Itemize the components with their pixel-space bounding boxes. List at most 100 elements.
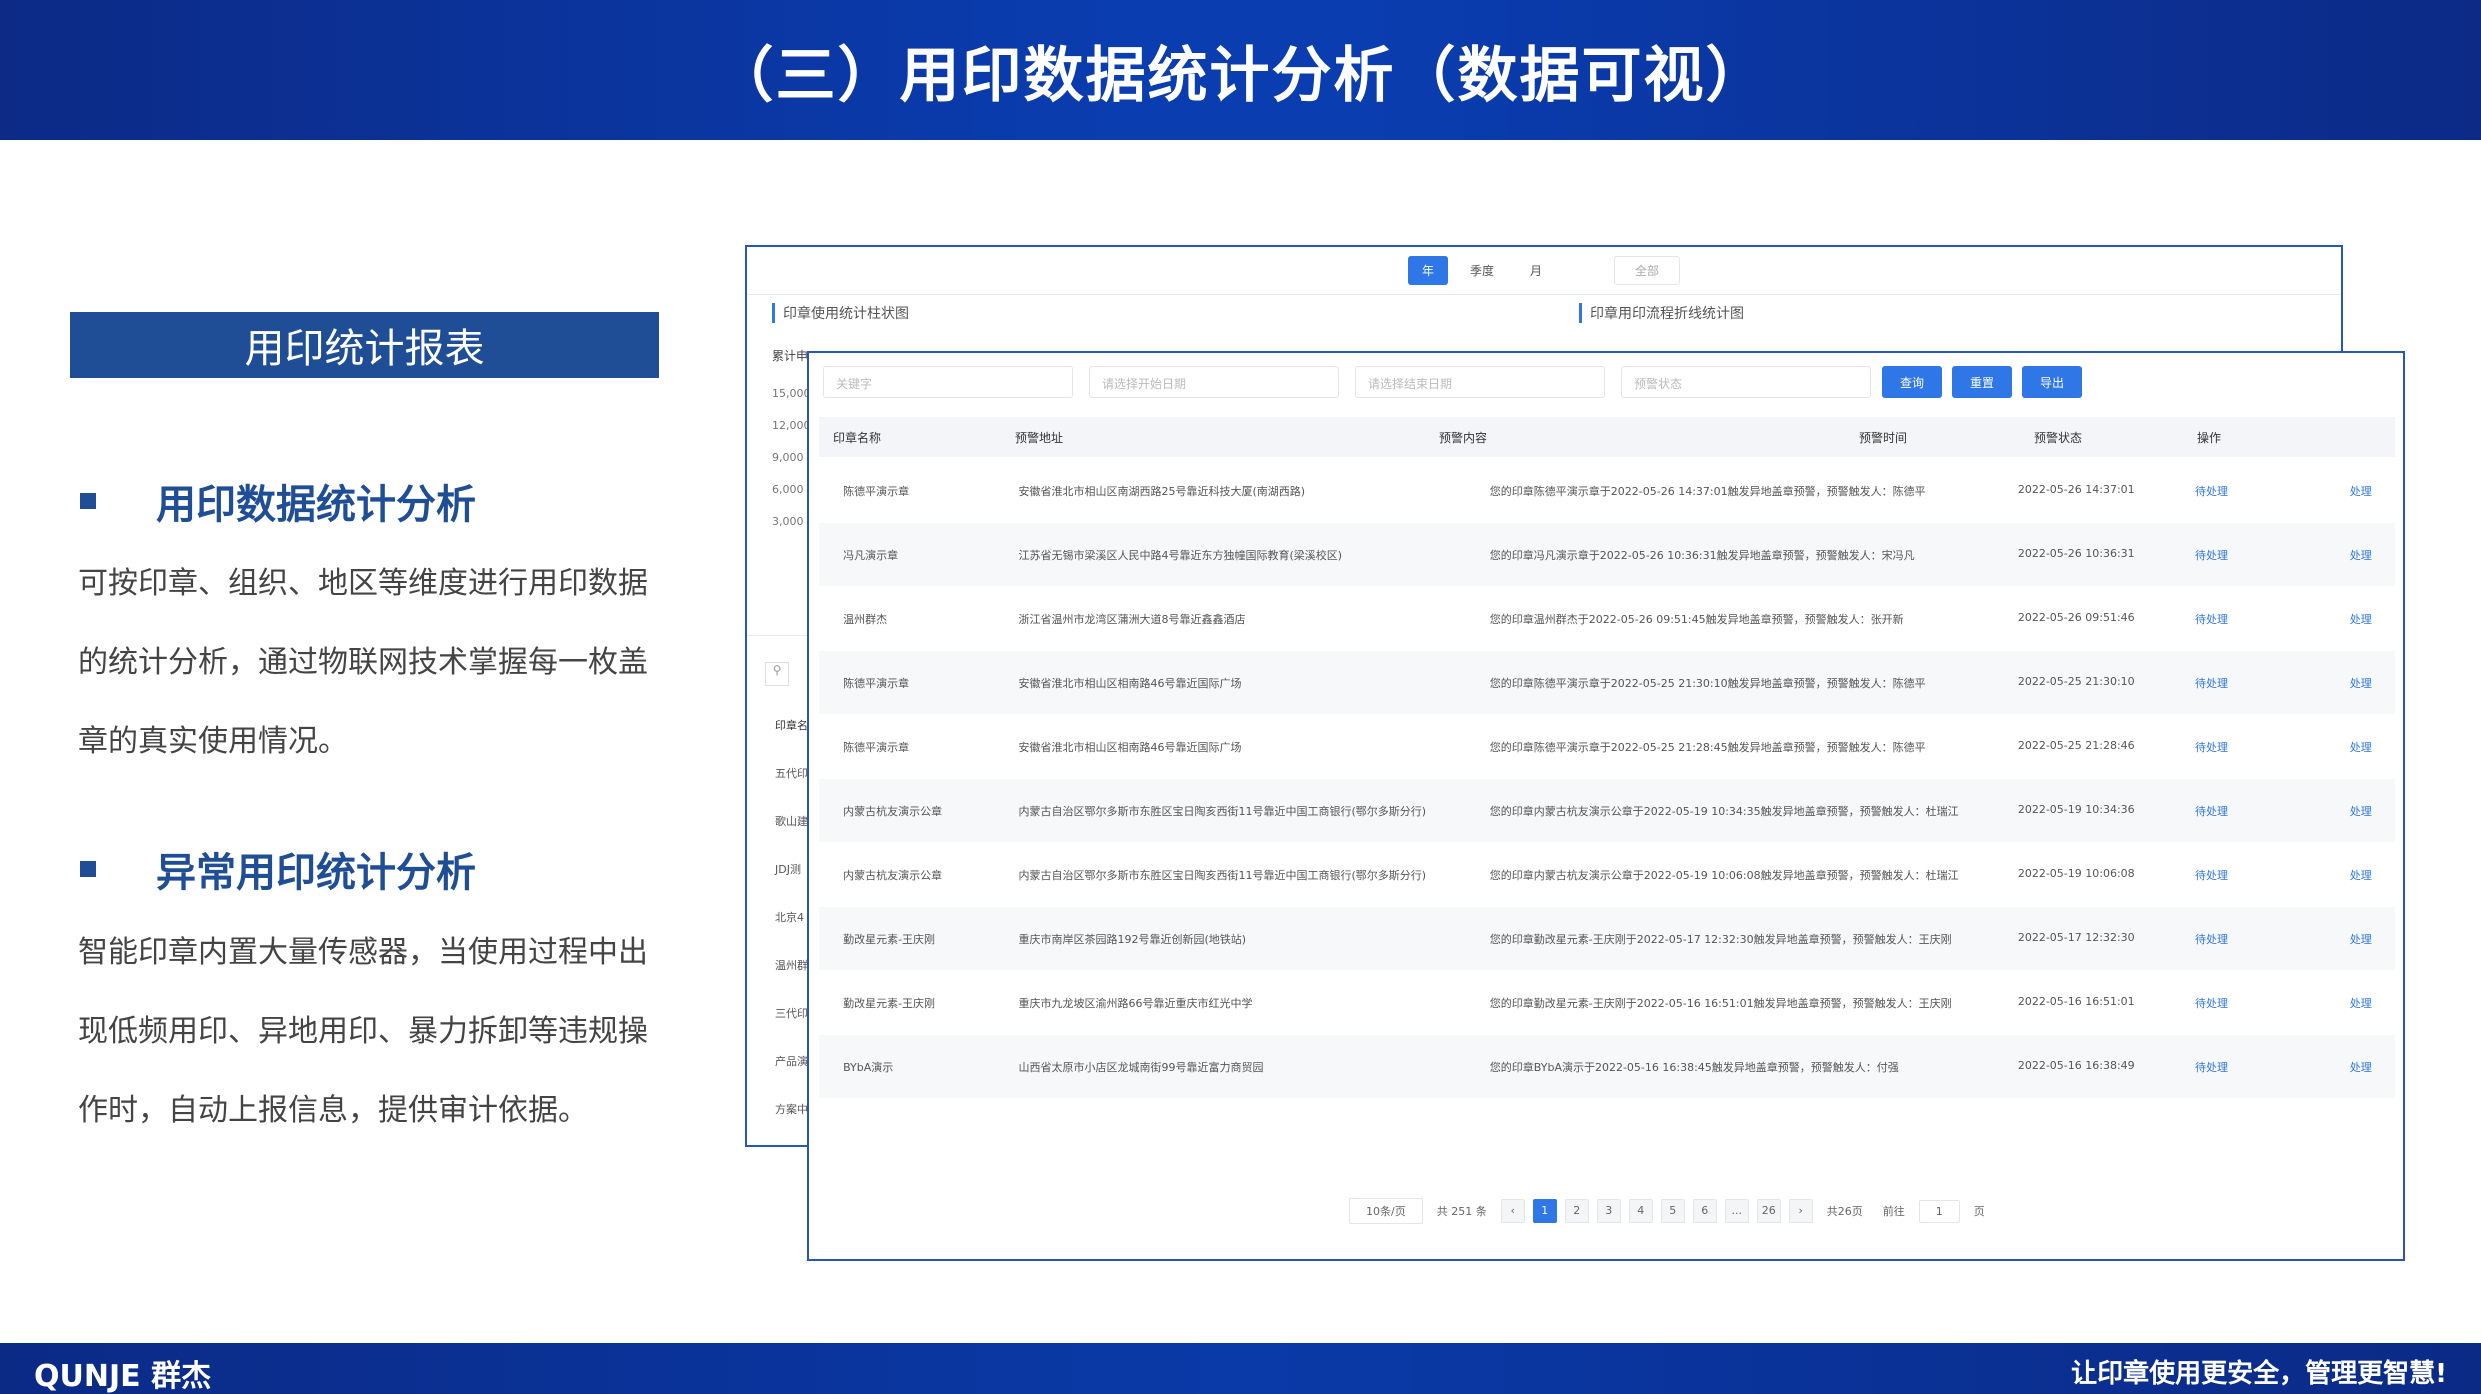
status-cell: 待处理	[2195, 485, 2228, 498]
line-chart-title: 印章用印流程折线统计图	[1579, 303, 1744, 323]
header-banner: （三）用印数据统计分析（数据可视）	[0, 0, 2481, 140]
pagination: 10条/页 共 251 条 ‹ 1 2 3 4 5 6 ... 26 › 共26…	[1349, 1198, 1991, 1224]
tab-year[interactable]: 年	[1407, 256, 1448, 285]
query-button[interactable]: 查询	[1882, 366, 1943, 398]
keyword-input[interactable]: 关键字	[823, 366, 1073, 398]
handle-link[interactable]: 处理	[2350, 675, 2403, 691]
status-cell: 待处理	[2195, 613, 2228, 626]
handle-link[interactable]: 处理	[2350, 739, 2403, 755]
back-table-header: 印章名	[775, 719, 808, 732]
address-cell: 江苏省无锡市梁溪区人民中路4号靠近东方独幢国际教育(梁溪校区)	[1018, 549, 1343, 562]
page-button[interactable]: 3	[1596, 1199, 1621, 1223]
goto-label: 前往	[1882, 1205, 1905, 1218]
back-table-row: 北京4	[775, 911, 804, 924]
time-cell: 2022-05-26 09:51:46	[2017, 611, 2135, 624]
reset-button[interactable]: 重置	[1952, 366, 2013, 398]
back-table-row: 三代印	[775, 1007, 808, 1020]
status-cell: 待处理	[2195, 741, 2228, 754]
page-size-select[interactable]: 10条/页	[1349, 1198, 1423, 1224]
address-cell: 重庆市南岸区茶园路192号靠近创新园(地铁站)	[1018, 933, 1247, 946]
square-bullet-icon	[80, 493, 96, 509]
page-ellipsis[interactable]: ...	[1724, 1199, 1749, 1223]
y-tick: 6,000	[772, 483, 804, 496]
time-cell: 2022-05-17 12:32:30	[2017, 931, 2135, 944]
y-tick: 3,000	[772, 515, 804, 528]
table-header: 印章名称 预警地址 预警内容 预警时间 预警状态 操作	[819, 417, 2395, 457]
time-cell: 2022-05-16 16:51:01	[2017, 995, 2135, 1008]
status-cell: 待处理	[2195, 549, 2228, 562]
column-header: 预警时间	[1859, 431, 1908, 445]
status-cell: 待处理	[2195, 805, 2228, 818]
address-cell: 安徽省淮北市相山区相南路46号靠近国际广场	[1018, 677, 1242, 690]
table-row: 勤改星元素-王庆刚 重庆市九龙坡区渝州路66号靠近重庆市红光中学 您的印章勤改星元素…	[819, 971, 2395, 1034]
back-table-row: 温州群	[775, 959, 808, 972]
total-count: 共 251 条	[1436, 1205, 1487, 1218]
back-table-row: 产品演	[775, 1055, 808, 1068]
export-button[interactable]: 导出	[2022, 366, 2083, 398]
content-cell: 您的印章内蒙古杭友演示公章于2022-05-19 10:06:08触发异地盖章预…	[1489, 869, 1959, 882]
page-button[interactable]: 26	[1756, 1199, 1781, 1223]
goto-input[interactable]: 1	[1918, 1199, 1960, 1223]
warning-list-window: 关键字 请选择开始日期 请选择结束日期 预警状态 查询 重置 导出 印章名称 预…	[807, 351, 2405, 1261]
back-table-row: 五代印	[775, 767, 808, 780]
page-button[interactable]: 1	[1532, 1199, 1557, 1223]
back-table-row: 歌山建	[775, 815, 808, 828]
content-cell: 您的印章勤改星元素-王庆刚于2022-05-17 12:32:30触发异地盖章预…	[1489, 933, 1952, 946]
status-select[interactable]: 预警状态	[1621, 366, 1871, 398]
column-header: 预警内容	[1439, 431, 1488, 445]
handle-link[interactable]: 处理	[2350, 483, 2403, 499]
handle-link[interactable]: 处理	[2350, 1059, 2403, 1075]
prev-page-icon[interactable]: ‹	[1500, 1199, 1525, 1223]
total-pages: 共26页	[1826, 1205, 1863, 1218]
content-cell: 您的印章温州群杰于2022-05-26 09:51:45触发异地盖章预警，预警触…	[1489, 613, 1904, 626]
stat-label: 累计申	[772, 349, 809, 363]
tab-month[interactable]: 月	[1516, 256, 1556, 285]
handle-link[interactable]: 处理	[2350, 803, 2403, 819]
user-icon[interactable]: ⚲	[765, 662, 789, 686]
page-button[interactable]: 5	[1660, 1199, 1685, 1223]
section-body: 智能印章内置大量传感器，当使用过程中出现低频用印、异地用印、暴力拆卸等违规操作时…	[78, 935, 648, 1128]
table-row: 冯凡演示章 江苏省无锡市梁溪区人民中路4号靠近东方独幢国际教育(梁溪校区) 您的印章…	[819, 523, 2395, 586]
column-header: 预警地址	[1015, 431, 1064, 445]
back-table-row: 方案中	[775, 1103, 808, 1116]
address-cell: 内蒙古自治区鄂尔多斯市东胜区宝日陶亥西街11号靠近中国工商银行(鄂尔多斯分行)	[1018, 805, 1427, 818]
content-cell: 您的印章冯凡演示章于2022-05-26 10:36:31触发异地盖章预警，预警…	[1489, 549, 1915, 562]
start-date-input[interactable]: 请选择开始日期	[1089, 366, 1339, 398]
time-cell: 2022-05-26 14:37:01	[2017, 483, 2135, 496]
content-cell: 您的印章陈德平演示章于2022-05-25 21:30:10触发异地盖章预警，预…	[1489, 677, 1926, 690]
page-button[interactable]: 4	[1628, 1199, 1653, 1223]
tab-quarter[interactable]: 季度	[1456, 256, 1508, 285]
goto-suffix: 页	[1973, 1205, 1985, 1218]
status-cell: 待处理	[2195, 869, 2228, 882]
footer-slogan: 让印章使用更安全，管理更智慧!	[2071, 1359, 2447, 1389]
column-header: 操作	[2197, 431, 2222, 445]
table-row: 勤改星元素-王庆刚 重庆市南岸区茶园路192号靠近创新园(地铁站) 您的印章勤改星元…	[819, 907, 2395, 970]
y-tick: 12,000	[772, 419, 811, 432]
handle-link[interactable]: 处理	[2350, 931, 2403, 947]
content-cell: 您的印章BYbA演示于2022-05-16 16:38:45触发异地盖章预警，预…	[1489, 1061, 1899, 1074]
end-date-input[interactable]: 请选择结束日期	[1355, 366, 1605, 398]
report-title-box: 用印统计报表	[70, 312, 659, 378]
scope-select[interactable]: 全部	[1614, 256, 1681, 285]
table-row: BYbA演示 山西省太原市小店区龙城南街99号靠近富力商贸园 您的印章BYbA演示于…	[819, 1035, 2395, 1098]
page-button[interactable]: 6	[1692, 1199, 1717, 1223]
time-cell: 2022-05-19 10:34:36	[2017, 803, 2135, 816]
content-cell: 您的印章陈德平演示章于2022-05-26 14:37:01触发异地盖章预警，预…	[1489, 485, 1926, 498]
divider	[747, 635, 807, 636]
address-cell: 浙江省温州市龙湾区蒲洲大道8号靠近鑫鑫酒店	[1018, 613, 1246, 626]
status-cell: 待处理	[2195, 997, 2228, 1010]
handle-link[interactable]: 处理	[2350, 611, 2403, 627]
time-cell: 2022-05-19 10:06:08	[2017, 867, 2135, 880]
time-cell: 2022-05-25 21:28:46	[2017, 739, 2135, 752]
section-title: 异常用印统计分析	[156, 850, 476, 896]
report-title: 用印统计报表	[244, 326, 485, 372]
handle-link[interactable]: 处理	[2350, 995, 2403, 1011]
address-cell: 内蒙古自治区鄂尔多斯市东胜区宝日陶亥西街11号靠近中国工商银行(鄂尔多斯分行)	[1018, 869, 1427, 882]
brand-logo: QUNJE 群杰	[34, 1359, 212, 1394]
page-button[interactable]: 2	[1564, 1199, 1589, 1223]
bar-chart-title: 印章使用统计柱状图	[772, 303, 909, 323]
handle-link[interactable]: 处理	[2350, 867, 2403, 883]
handle-link[interactable]: 处理	[2350, 547, 2403, 563]
next-page-icon[interactable]: ›	[1788, 1199, 1813, 1223]
status-cell: 待处理	[2195, 933, 2228, 946]
